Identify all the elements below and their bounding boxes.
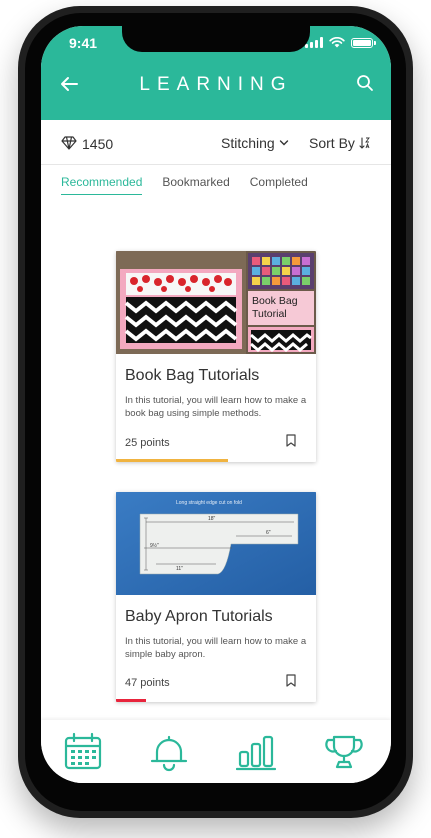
diamond-icon [61, 136, 77, 150]
card-points: 47 points [125, 677, 170, 689]
book-bag-image: Book Bag Tutorial [116, 251, 316, 354]
image-caption: Long straight edge cut on fold [176, 500, 242, 506]
card-description: In this tutorial, you will learn how to … [125, 636, 307, 660]
sort-button[interactable]: Sort By [309, 135, 371, 151]
baby-apron-image: Long straight edge cut on fold 18" 9½" 1… [116, 492, 316, 595]
image-caption-line-2: Tutorial [252, 308, 287, 320]
progress-bar [116, 459, 228, 462]
bell-icon[interactable] [149, 732, 189, 772]
svg-text:6": 6" [266, 530, 271, 536]
sort-label: Sort By [309, 135, 355, 151]
card-title: Book Bag Tutorials [125, 367, 260, 384]
tab-bookmarked[interactable]: Bookmarked [162, 175, 229, 195]
svg-text:11": 11" [176, 566, 183, 572]
tutorial-card[interactable]: Book Bag Tutorial Book Bag Tutorials In … [116, 251, 316, 462]
notch [122, 26, 310, 52]
svg-text:18": 18" [208, 516, 216, 522]
wifi-icon [329, 37, 345, 48]
bottom-nav [41, 720, 391, 783]
bookmark-icon[interactable] [286, 434, 296, 447]
filter-row: 1450 Stitching Sort By [41, 120, 391, 165]
card-description: In this tutorial, you will learn how to … [125, 395, 307, 419]
points-total: 1450 [82, 136, 114, 152]
status-icons [305, 37, 376, 48]
status-time: 9:41 [69, 35, 98, 51]
image-caption-line-1: Book Bag [252, 295, 298, 307]
page-title: LEARNING [139, 74, 293, 95]
progress-bar [116, 699, 146, 702]
tab-recommended[interactable]: Recommended [61, 175, 143, 195]
trophy-icon[interactable] [324, 732, 364, 772]
calendar-icon[interactable] [63, 732, 103, 772]
chevron-down-icon [279, 140, 288, 146]
bookmark-icon[interactable] [286, 674, 296, 687]
tab-completed[interactable]: Completed [250, 175, 308, 195]
app-screen: 9:41 LEARNING 1450 Stitching Sort By Rec… [41, 26, 391, 783]
category-dropdown[interactable]: Stitching [221, 135, 289, 151]
tutorial-card[interactable]: Long straight edge cut on fold 18" 9½" 1… [116, 492, 316, 702]
svg-text:9½": 9½" [150, 542, 159, 549]
card-points: 25 points [125, 437, 170, 449]
battery-icon [351, 37, 376, 48]
stats-icon[interactable] [236, 732, 276, 772]
search-icon[interactable] [355, 73, 375, 93]
sort-icon [359, 137, 370, 149]
card-title: Baby Apron Tutorials [125, 608, 273, 625]
category-label: Stitching [221, 135, 275, 151]
tab-bar: Recommended Bookmarked Completed [61, 175, 308, 195]
nav-row: LEARNING [41, 68, 391, 100]
